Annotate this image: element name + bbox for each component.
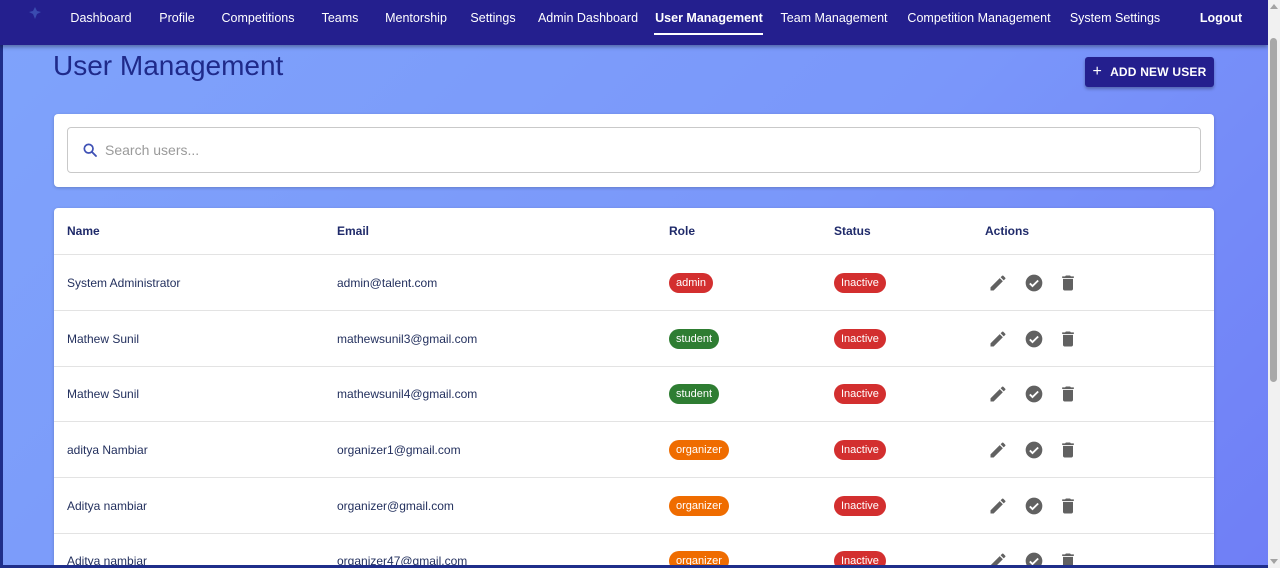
scroll-down-icon[interactable]: [1270, 559, 1278, 564]
search-icon: [83, 143, 97, 157]
nav-competition-management[interactable]: Competition Management: [907, 0, 1050, 36]
check-circle-icon[interactable]: [1024, 273, 1044, 293]
column-header-actions: Actions: [985, 224, 1030, 238]
delete-icon[interactable]: [1058, 384, 1078, 404]
delete-icon[interactable]: [1058, 440, 1078, 460]
role-badge: organizer: [669, 439, 729, 460]
user-name: Mathew Sunil: [67, 331, 140, 346]
table-row: Mathew Sunil mathewsunil3@gmail.com stud…: [54, 311, 1214, 367]
column-header-name: Name: [67, 224, 100, 238]
edit-icon[interactable]: [988, 496, 1008, 516]
add-new-user-label: ADD NEW USER: [1110, 65, 1207, 79]
nav-competitions[interactable]: Competitions: [222, 0, 295, 36]
user-email: admin@talent.com: [337, 275, 438, 290]
user-name: System Administrator: [67, 275, 181, 290]
status-badge: Inactive: [834, 439, 886, 460]
active-tab-indicator: [654, 33, 763, 35]
user-name: Aditya nambiar: [67, 498, 148, 513]
nav-dashboard[interactable]: Dashboard: [70, 0, 131, 36]
table-row: Aditya nambiar organizer@gmail.com organ…: [54, 478, 1214, 534]
delete-icon[interactable]: [1058, 329, 1078, 349]
nav-settings[interactable]: Settings: [470, 0, 515, 36]
table-row: Mathew Sunil mathewsunil4@gmail.com stud…: [54, 366, 1214, 422]
nav-user-management[interactable]: User Management: [655, 0, 763, 36]
edit-icon[interactable]: [988, 384, 1008, 404]
check-circle-icon[interactable]: [1024, 329, 1044, 349]
role-badge: organizer: [669, 495, 729, 516]
nav-system-settings[interactable]: System Settings: [1070, 0, 1160, 36]
column-header-email: Email: [337, 224, 370, 238]
nav-logout[interactable]: Logout: [1200, 0, 1242, 36]
status-badge: Inactive: [834, 383, 886, 404]
check-circle-icon[interactable]: [1024, 384, 1044, 404]
scrollbar-thumb[interactable]: [1270, 38, 1277, 382]
scroll-up-icon[interactable]: [1270, 4, 1278, 9]
status-badge: Inactive: [834, 328, 886, 349]
search-card: [54, 114, 1214, 187]
role-badge: student: [669, 383, 720, 404]
role-badge: student: [669, 328, 720, 349]
top-navbar: Dashboard Profile Competitions Teams Men…: [0, 0, 1268, 45]
edit-icon[interactable]: [988, 273, 1008, 293]
users-table: Name Email Role Status Actions System Ad…: [54, 208, 1214, 568]
page-title: User Management: [53, 50, 284, 81]
status-badge: Inactive: [834, 272, 886, 293]
user-name: aditya Nambiar: [67, 442, 148, 457]
user-email: mathewsunil3@gmail.com: [337, 331, 478, 346]
table-row: System Administrator admin@talent.com ad…: [54, 255, 1214, 311]
search-box[interactable]: [67, 127, 1201, 173]
search-input[interactable]: [105, 128, 1185, 172]
status-badge: Inactive: [834, 495, 886, 516]
delete-icon[interactable]: [1058, 273, 1078, 293]
user-email: organizer1@gmail.com: [337, 442, 461, 457]
page-scrollbar[interactable]: [1268, 0, 1280, 568]
role-badge: admin: [669, 272, 713, 293]
nav-admin-dashboard[interactable]: Admin Dashboard: [538, 0, 638, 36]
nav-teams[interactable]: Teams: [322, 0, 359, 36]
delete-icon[interactable]: [1058, 496, 1078, 516]
nav-profile[interactable]: Profile: [159, 0, 194, 36]
edit-icon[interactable]: [988, 329, 1008, 349]
edit-icon[interactable]: [988, 440, 1008, 460]
check-circle-icon[interactable]: [1024, 496, 1044, 516]
user-email: organizer@gmail.com: [337, 498, 454, 513]
add-new-user-button[interactable]: + ADD NEW USER: [1085, 57, 1214, 87]
logo-icon: [29, 7, 41, 19]
column-header-status: Status: [834, 224, 871, 238]
table-row: Aditya nambiar organizer47@gmail.com org…: [54, 533, 1214, 568]
nav-mentorship[interactable]: Mentorship: [385, 0, 447, 36]
nav-team-management[interactable]: Team Management: [780, 0, 887, 36]
plus-icon: +: [1092, 62, 1103, 80]
page-edge: [0, 0, 3, 568]
user-name: Mathew Sunil: [67, 386, 140, 401]
table-row: aditya Nambiar organizer1@gmail.com orga…: [54, 422, 1214, 478]
user-email: mathewsunil4@gmail.com: [337, 386, 478, 401]
check-circle-icon[interactable]: [1024, 440, 1044, 460]
column-header-role: Role: [669, 224, 696, 238]
